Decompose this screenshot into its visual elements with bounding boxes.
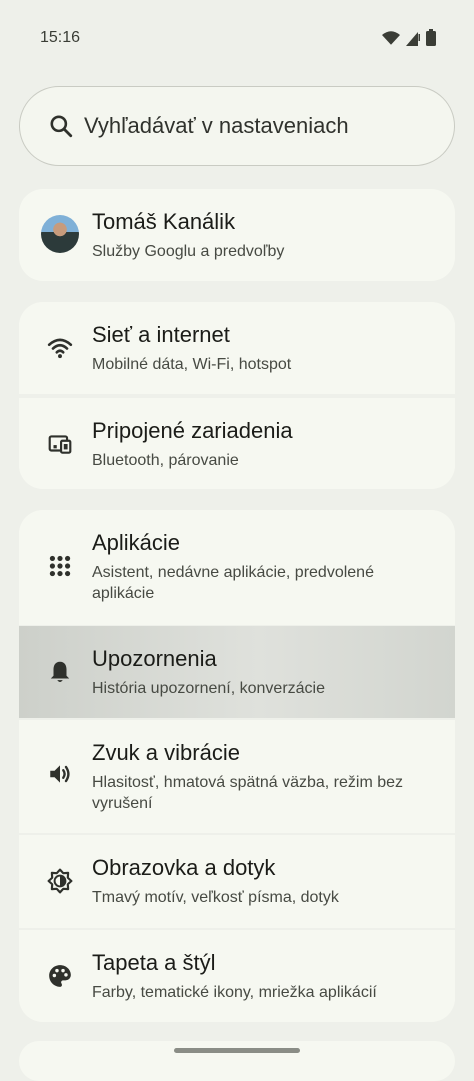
settings-item-title: Upozornenia	[92, 646, 217, 671]
settings-item-subtitle: Mobilné dáta, Wi‑Fi, hotspot	[92, 356, 292, 373]
bell-icon	[50, 661, 70, 683]
settings-item-title: Sieť a internet	[92, 322, 230, 347]
settings-item-connected-devices[interactable]: Pripojené zariadenia Bluetooth, párovani…	[19, 398, 455, 489]
settings-item-sound[interactable]: Zvuk a vibrácie Hlasitosť, hmatová spätn…	[19, 720, 455, 833]
status-icons	[382, 29, 436, 46]
status-bar: 15:16	[0, 0, 474, 78]
palette-icon	[49, 965, 71, 987]
connectivity-card: Sieť a internet Mobilné dáta, Wi‑Fi, hot…	[19, 302, 455, 489]
account-item[interactable]: Tomáš Kanálik Služby Googlu a predvoľby	[19, 189, 455, 281]
apps-grid-icon	[49, 555, 71, 577]
settings-item-title: Tapeta a štýl	[92, 950, 216, 975]
settings-item-subtitle: História upozornení, konverzácie	[92, 680, 326, 697]
search-icon	[50, 115, 73, 138]
search-placeholder: Vyhľadávať v nastaveniach	[84, 113, 349, 138]
settings-item-title: Obrazovka a dotyk	[92, 855, 276, 880]
next-settings-card[interactable]	[19, 1041, 455, 1081]
brightness-icon	[47, 868, 73, 894]
settings-item-title: Pripojené zariadenia	[92, 418, 293, 443]
settings-item-subtitle: Asistent, nedávne aplikácie, predvolené …	[92, 564, 374, 602]
account-name: Tomáš Kanálik	[92, 209, 236, 234]
settings-item-apps[interactable]: Aplikácie Asistent, nedávne aplikácie, p…	[19, 510, 455, 625]
account-subtitle: Služby Googlu a predvoľby	[92, 243, 285, 260]
settings-item-wallpaper[interactable]: Tapeta a štýl Farby, tematické ikony, mr…	[19, 930, 455, 1022]
battery-icon	[426, 29, 436, 46]
navigation-handle[interactable]	[174, 1048, 300, 1053]
settings-item-subtitle: Tmavý motív, veľkosť písma, dotyk	[92, 889, 339, 906]
wifi-icon	[47, 338, 73, 359]
status-time: 15:16	[40, 29, 81, 46]
cell-signal-icon	[406, 31, 420, 46]
settings-item-notifications[interactable]: Upozornenia História upozornení, konverz…	[19, 626, 455, 718]
account-card[interactable]: Tomáš Kanálik Služby Googlu a predvoľby	[19, 189, 455, 281]
settings-card: Aplikácie Asistent, nedávne aplikácie, p…	[19, 510, 455, 1022]
settings-item-display[interactable]: Obrazovka a dotyk Tmavý motív, veľkosť p…	[19, 835, 455, 928]
wifi-icon	[382, 30, 400, 45]
volume-icon	[50, 765, 70, 783]
settings-item-subtitle: Bluetooth, párovanie	[92, 452, 239, 469]
settings-item-subtitle: Farby, tematické ikony, mriežka aplikáci…	[92, 984, 377, 1001]
settings-item-title: Aplikácie	[92, 530, 181, 555]
settings-item-network[interactable]: Sieť a internet Mobilné dáta, Wi‑Fi, hot…	[19, 302, 455, 394]
settings-item-subtitle: Hlasitosť, hmatová spätná väzba, režim b…	[92, 774, 404, 812]
search-bar[interactable]: Vyhľadávať v nastaveniach	[19, 86, 455, 166]
devices-icon	[48, 435, 72, 454]
settings-item-title: Zvuk a vibrácie	[92, 740, 240, 765]
